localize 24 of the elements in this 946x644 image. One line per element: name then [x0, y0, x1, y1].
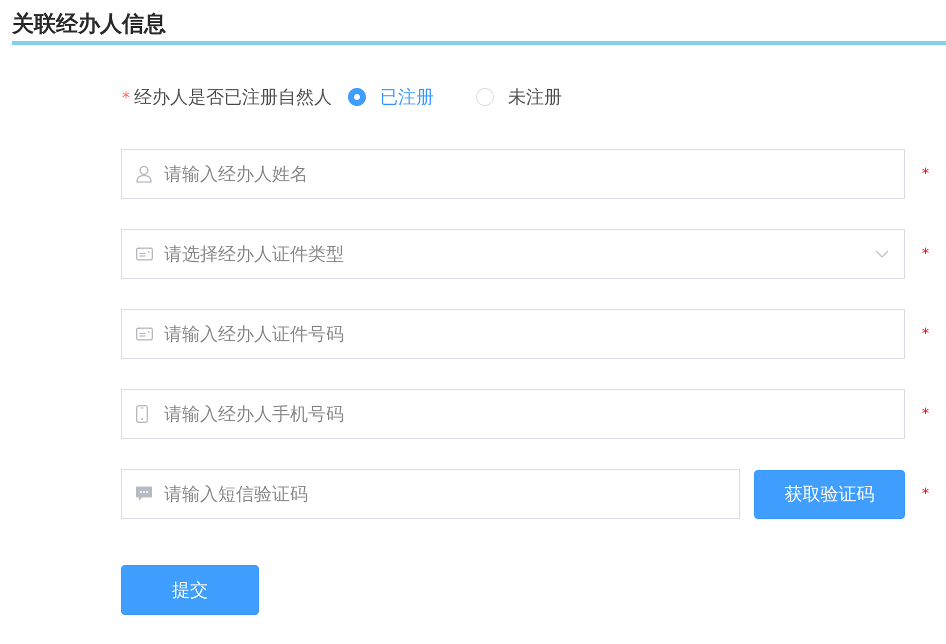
field-label: 经办人是否已注册自然人 [134, 86, 332, 109]
required-mark: * [921, 166, 929, 182]
required-mark: * [921, 326, 929, 342]
message-icon [136, 486, 152, 502]
required-mark: * [921, 406, 929, 422]
select-field[interactable]: 请选择经办人证件类型 [121, 229, 905, 279]
submit-button[interactable]: 提交 [121, 565, 259, 615]
card-icon [136, 328, 153, 340]
card-icon [136, 248, 153, 260]
required-mark: * [921, 486, 929, 502]
input-field[interactable]: 请输入经办人证件号码 [121, 309, 905, 359]
radio-label[interactable]: 已注册 [380, 85, 434, 109]
phone-icon [136, 405, 148, 423]
chevron-down-icon [875, 250, 889, 258]
radio-label[interactable]: 未注册 [508, 85, 562, 109]
required-mark: * [122, 88, 130, 106]
section-title: 关联经办人信息 [12, 0, 946, 45]
input-field[interactable]: 请输入经办人姓名 [121, 149, 905, 199]
radio-button[interactable] [348, 88, 366, 106]
input-field[interactable]: 请输入经办人手机号码 [121, 389, 905, 439]
person-icon [136, 165, 152, 183]
input-field[interactable]: 请输入短信验证码 [121, 469, 740, 519]
get-code-button[interactable]: 获取验证码 [754, 470, 905, 518]
required-mark: * [921, 246, 929, 262]
